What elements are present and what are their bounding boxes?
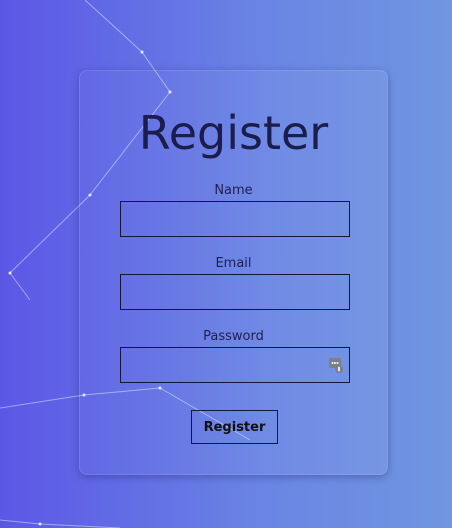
password-label: Password xyxy=(203,329,264,344)
password-input[interactable] xyxy=(120,347,350,383)
name-input[interactable] xyxy=(120,201,350,237)
register-card: Register Name Email Password Register xyxy=(79,70,388,475)
name-label: Name xyxy=(214,183,253,198)
password-manager-icon[interactable] xyxy=(328,356,344,374)
register-button[interactable]: Register xyxy=(191,410,278,444)
page-title: Register xyxy=(138,106,329,160)
email-label: Email xyxy=(215,256,252,271)
email-input[interactable] xyxy=(120,274,350,310)
